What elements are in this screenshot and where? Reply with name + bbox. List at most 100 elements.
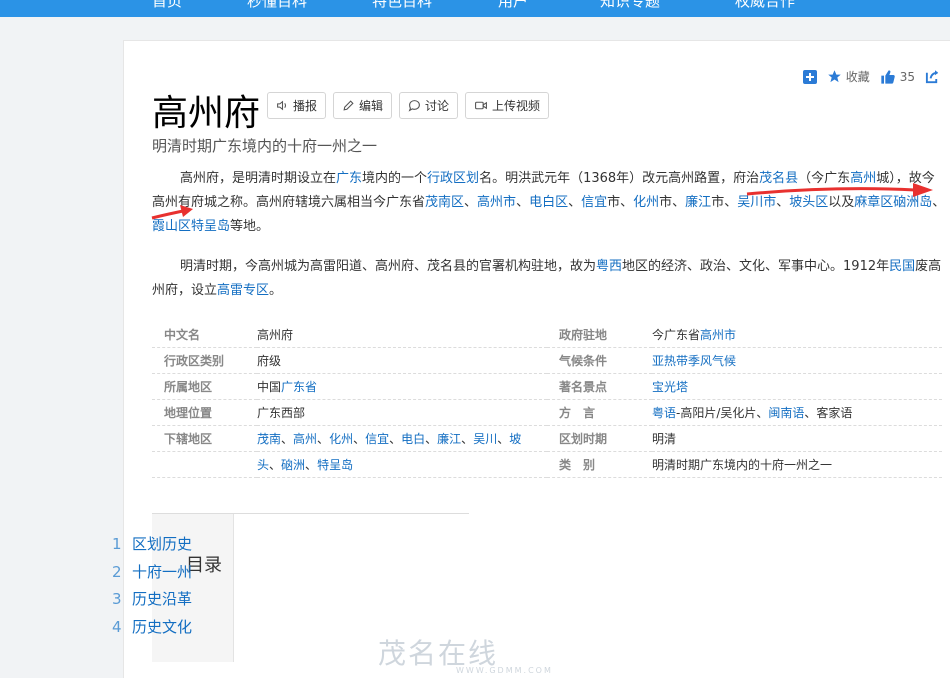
inline-link[interactable]: 亚热带季风气候	[652, 354, 736, 368]
inline-text: 市、	[711, 195, 738, 210]
star-icon	[827, 70, 841, 83]
inline-text: 府级	[257, 354, 282, 368]
nav-item-miaodong[interactable]: 秒懂百科	[247, 0, 307, 11]
inline-link[interactable]: 茂南	[257, 432, 281, 446]
page-title: 高州府	[152, 93, 261, 134]
like-count: 35	[899, 69, 915, 84]
nav-item-home[interactable]: 首页	[152, 0, 182, 11]
inline-text: 、	[516, 195, 530, 210]
info-key: 著名景点	[547, 374, 652, 400]
toc-item-label: 区划历史	[132, 535, 193, 553]
toc-item[interactable]: 2 十府一州	[112, 561, 192, 582]
watermark-url: WWW.GDMM.COM	[456, 666, 553, 675]
inline-text: 、	[389, 432, 402, 446]
inline-link[interactable]: 粤西	[596, 259, 622, 274]
inline-link[interactable]: 信宜	[365, 432, 389, 446]
info-value: 中国广东省	[257, 374, 547, 400]
info-key: 地理位置	[152, 400, 257, 426]
nav-item-user[interactable]: 用户	[498, 0, 528, 11]
toc-item-number: 2	[112, 563, 122, 581]
toc-item-label: 历史文化	[132, 618, 193, 636]
info-key: 所属地区	[152, 374, 257, 400]
inline-text: 今广东省	[652, 328, 701, 342]
summary-paragraph-1: 高州府，是明清时期设立在广东境内的一个行政区划名。明洪武元年（1368年）改元高…	[152, 167, 947, 239]
inline-text: 中国	[257, 380, 282, 394]
inline-link[interactable]: 化州	[633, 195, 659, 210]
nav-item-partners[interactable]: 权威合作	[735, 0, 795, 11]
collect-button[interactable]: 收藏	[827, 68, 870, 85]
inline-link[interactable]: 高州市	[477, 195, 516, 210]
like-button[interactable]: 35	[880, 69, 915, 85]
inline-link[interactable]: 民国	[889, 259, 915, 274]
inline-link[interactable]: 特呈岛	[317, 458, 353, 472]
info-row: 头、硇洲、特呈岛类 别明清时期广东境内的十府一州之一	[152, 452, 942, 478]
inline-text: 。	[269, 283, 283, 298]
inline-link[interactable]: 信宜	[581, 195, 607, 210]
edit-button[interactable]: 编辑	[333, 92, 393, 119]
info-value: 明清	[652, 426, 942, 452]
edit-label: 编辑	[359, 99, 384, 113]
red-arrow-left-icon	[151, 205, 193, 220]
info-value: 高州府	[257, 322, 547, 348]
inline-link[interactable]: 坡	[509, 432, 521, 446]
info-key: 政府驻地	[547, 322, 652, 348]
nav-item-topics[interactable]: 知识专题	[600, 0, 660, 11]
inline-text: 等地。	[230, 219, 270, 234]
inline-link[interactable]: 电白区	[529, 195, 568, 210]
inline-link[interactable]: 行政区划	[427, 171, 479, 186]
inline-link[interactable]: 广东省	[281, 380, 317, 394]
inline-link[interactable]: 高州市	[700, 328, 736, 342]
toc-item[interactable]: 1 区划历史	[112, 533, 192, 554]
info-value: 亚热带季风气候	[652, 348, 942, 374]
info-key: 下辖地区	[152, 426, 257, 452]
info-value: 广东西部	[257, 400, 547, 426]
discuss-label: 讨论	[425, 99, 450, 113]
info-value: 宝光塔	[652, 374, 942, 400]
inline-link[interactable]: 特呈岛	[191, 219, 230, 234]
inline-text: 、	[568, 195, 582, 210]
inline-text: 明清时期，今高州城为高雷阳道、高州府、茂名县的官署机构驻地，故为	[180, 259, 597, 274]
red-arrow-right-icon	[746, 183, 933, 197]
inline-link[interactable]: 廉江	[437, 432, 461, 446]
inline-link[interactable]: 粤语	[652, 406, 676, 420]
inline-link[interactable]: 吴川	[473, 432, 497, 446]
inline-link[interactable]: 茂南区	[425, 195, 464, 210]
share-button[interactable]	[925, 69, 940, 84]
inline-text: 市、	[659, 195, 686, 210]
inline-link[interactable]: 化州	[329, 432, 353, 446]
inline-link[interactable]: 闽南语	[768, 406, 804, 420]
nav-item-featured[interactable]: 特色百科	[372, 0, 432, 11]
upload-video-button[interactable]: 上传视频	[465, 92, 550, 119]
inline-text: 、	[497, 432, 510, 446]
inline-text: 、	[281, 432, 294, 446]
inline-link[interactable]: 电白	[401, 432, 425, 446]
inline-link[interactable]: 宝光塔	[652, 380, 688, 394]
share-icon	[925, 70, 939, 84]
inline-link[interactable]: 高雷专区	[217, 283, 269, 298]
discuss-button[interactable]: 讨论	[399, 92, 459, 119]
inline-text: 、	[353, 432, 366, 446]
inline-text: -高阳片/吴化片、	[676, 406, 769, 420]
toc-item[interactable]: 4 历史文化	[112, 616, 192, 637]
info-key: 气候条件	[547, 348, 652, 374]
info-row: 下辖地区 茂南、高州、化州、信宜、电白、廉江、吴川、坡 区划时期 明清	[152, 426, 942, 452]
video-camera-icon	[475, 101, 488, 110]
chat-bubble-icon	[408, 100, 420, 112]
info-value: 今广东省高州市	[652, 322, 942, 348]
plus-square-icon	[802, 69, 817, 84]
info-key: 中文名	[152, 322, 257, 348]
add-button[interactable]	[802, 69, 817, 84]
toc-item[interactable]: 3 历史沿革	[112, 588, 192, 609]
inline-link[interactable]: 头	[257, 458, 269, 472]
inline-link[interactable]: 廉江	[685, 195, 711, 210]
inline-link[interactable]: 高州	[293, 432, 317, 446]
page-subtitle: 明清时期广东境内的十府一州之一	[152, 137, 378, 155]
info-row: 行政区类别 府级 气候条件 亚热带季风气候	[152, 348, 942, 374]
broadcast-button[interactable]: 播报	[267, 92, 327, 119]
inline-link[interactable]: 广东	[336, 171, 362, 186]
title-actions: 播报 编辑 讨论 上传视频	[267, 92, 550, 119]
info-row: 所属地区 中国广东省 著名景点 宝光塔	[152, 374, 942, 400]
inline-link[interactable]: 硇洲	[281, 458, 305, 472]
info-value: 粤语-高阳片/吴化片、闽南语、客家语	[652, 400, 942, 426]
upload-video-label: 上传视频	[492, 99, 541, 113]
